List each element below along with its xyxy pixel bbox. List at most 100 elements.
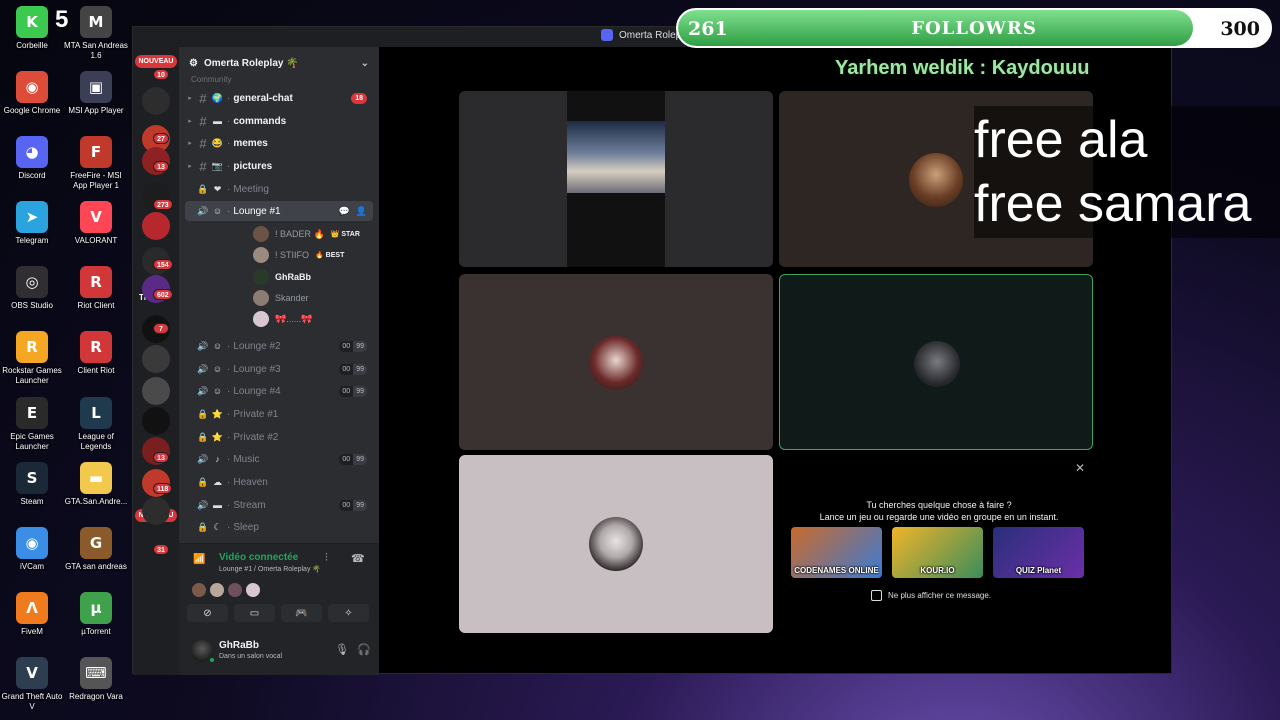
disconnect-icon[interactable]: ☎ [351,552,365,565]
headphones-icon[interactable]: 🎧 [357,643,371,656]
server-icon[interactable] [142,377,170,405]
channel-emoji: ♪ [215,454,220,464]
chevron-down-icon[interactable]: ⌄ [361,58,369,69]
desktop-icon[interactable]: E Epic Games Launcher [0,397,64,452]
invite-user-icon[interactable]: 👤 [356,206,367,217]
video-tile-stream[interactable] [459,91,773,267]
channel-emoji: ▬ [213,116,222,126]
desktop-icon[interactable]: F FreeFire - MSI App Player 1 [64,136,128,191]
channel-voice[interactable]: 🔊 ▬ · Stream 00 99 [185,495,373,515]
channel-name: Lounge #4 [233,385,281,397]
desktop-icon[interactable]: ◉ Google Chrome [0,71,64,116]
server-icon[interactable] [142,497,170,525]
desktop-icon[interactable]: V Grand Theft Auto V [0,657,64,712]
desktop-icon[interactable]: ▣ MSI App Player [64,71,128,116]
channel-name: Stream [233,499,266,511]
desktop-icon[interactable]: ◕ Discord [0,136,64,181]
separator: · [227,476,231,488]
channel-voice[interactable]: 🔊 ☺ · Lounge #4 00 99 [185,381,373,401]
close-icon[interactable]: ✕ [1075,461,1085,475]
desktop-icon[interactable]: µ µTorrent [64,592,128,637]
channel-locked[interactable]: 🔒 ☁ · Heaven [185,472,373,492]
channel-text[interactable]: ▸ # ▬ · commands [185,111,373,131]
desktop-icon[interactable]: R Rockstar Games Launcher [0,331,64,386]
channel-name: Lounge #1 [233,205,281,217]
speaker-icon: 🔊 [197,363,209,374]
valorant-icon: V [80,201,112,233]
video-tile-user[interactable] [459,274,773,450]
desktop-icon[interactable]: Λ FiveM [0,592,64,637]
voice-member[interactable]: 🎀......🎀 [253,309,312,329]
desktop-icon[interactable]: ◎ OBS Studio [0,266,64,311]
channel-locked[interactable]: 🔒 ❤ · Meeting [185,179,373,199]
checkbox[interactable] [871,590,882,601]
server-mention-badge: 13 [153,452,169,463]
desktop-icon[interactable]: ⌨ Redragon Vara [64,657,128,702]
channel-voice[interactable]: 🔊 ☺ · Lounge #3 00 99 [185,359,373,379]
screen-share-button[interactable]: ▭ [234,604,275,622]
channel-locked[interactable]: 🔒 ⭐ · Private #2 [185,427,373,447]
server-icon[interactable] [142,212,170,240]
desktop-icon[interactable]: R Riot Client [64,266,128,311]
signal-icon[interactable]: 📶 [193,554,205,565]
channel-voice[interactable]: 🔊 ♪ · Music 00 99 [185,449,373,469]
separator: · [227,183,231,195]
desktop-icon-label: GTA.San.Andre... [64,497,128,506]
voice-member[interactable]: ! STIIFO 🔥 BEST [253,245,344,265]
channel-emoji: ☺ [212,364,223,374]
avatar [589,336,643,390]
desktop-icon[interactable]: V VALORANT [64,201,128,246]
channel-text[interactable]: ▸ # 📷 · pictures [185,156,373,176]
dont-show-again[interactable]: Ne plus afficher ce message. [871,590,991,601]
chat-bubble-icon[interactable]: 💬 [339,206,350,217]
desktop-icon-label: GTA san andreas [65,562,127,571]
channel-locked[interactable]: 🔒 ⭐ · Private #1 [185,404,373,424]
user-status: Dans un salon vocal [219,653,283,660]
desktop-icon[interactable]: R Client Riot [64,331,128,376]
server-icon[interactable] [142,407,170,435]
avatar [245,582,261,598]
video-tile-speaking[interactable] [779,274,1093,450]
voice-member[interactable]: ! BADER 🔥 👑 STAR [253,224,360,244]
desktop-icon-label: Google Chrome [3,106,61,115]
microphone-icon[interactable]: 🎙 [335,643,349,656]
freefire-icon: F [80,136,112,168]
desktop-icon[interactable]: M MTA San Andreas 1.6 [64,6,128,61]
server-icon[interactable] [142,87,170,115]
desktop-icon[interactable]: G GTA san andreas [64,527,128,572]
channel-voice[interactable]: 🔊 ☺ · Lounge #1 💬 👤 [185,201,373,221]
activities-button[interactable]: 🎮 [281,604,322,622]
desktop-icon[interactable]: L League of Legends [64,397,128,452]
voice-status[interactable]: Vidéo connectée [219,552,298,563]
desktop-icon[interactable]: ◉ iVCam [0,527,64,572]
noise-suppression-icon[interactable]: ⫶ [325,552,328,565]
monitor-screen [567,121,665,193]
channel-name: Private #2 [233,431,279,443]
channel-name: Lounge #2 [233,340,281,352]
server-mention-badge: 7 [153,323,169,334]
video-tile-user[interactable] [459,455,773,633]
activity-card-kour[interactable]: KOUR.IO [892,527,983,578]
server-icon[interactable] [142,345,170,373]
avatar [253,226,269,242]
speaker-icon: 🔊 [197,340,209,351]
voice-location[interactable]: Lounge #1 / Omerta Roleplay 🌴 [219,565,321,573]
desktop-icon[interactable]: ➤ Telegram [0,201,64,246]
soundboard-button[interactable]: ✧ [328,604,369,622]
username[interactable]: GhRaBb [219,640,259,651]
voice-member[interactable]: Skander▶ [253,288,408,308]
channel-text[interactable]: ▸ # 🌍 · general-chat 18 [185,88,373,108]
channel-locked[interactable]: 🔒 ☾ · Sleep [185,517,373,537]
desktop-icon[interactable]: S Steam [0,462,64,507]
desktop-icon-label: MTA San Andreas 1.6 [64,41,128,60]
activity-card-codenames[interactable]: CODENAMES ONLINE [791,527,882,578]
activity-card-quiz[interactable]: QUIZ Planet [993,527,1084,578]
desktop-icon[interactable]: ▬ GTA.San.Andre... [64,462,128,507]
gta-v-icon: V [16,657,48,689]
chevron-right-icon: ▸ [188,118,192,125]
channel-text[interactable]: ▸ # 😂 · memes [185,133,373,153]
desktop-icon-label: Redragon Vara [69,692,123,701]
voice-member[interactable]: GhRaBb [253,267,311,287]
camera-off-button[interactable]: ⊘ [187,604,228,622]
channel-voice[interactable]: 🔊 ☺ · Lounge #2 00 99 [185,336,373,356]
